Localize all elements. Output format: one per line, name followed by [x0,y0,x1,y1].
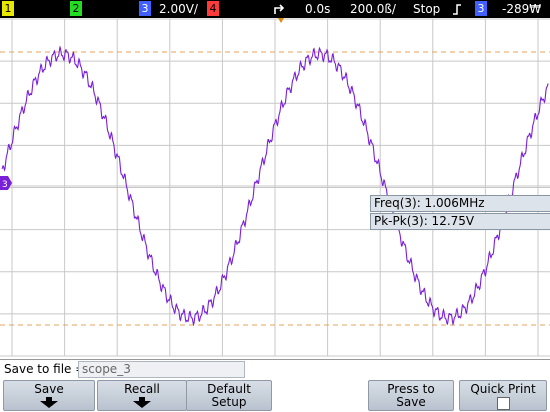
save-file-row: Save to file = scope_3 [0,359,550,379]
quick-print-softkey[interactable]: Quick Print [459,380,547,411]
trigger-slope-icon [453,4,461,15]
press-to-save-line2: Save [396,395,426,409]
quick-print-label: Quick Print [470,382,536,396]
default-setup-line2: Setup [211,395,247,409]
status-bar: 1 2 3 2.00V/ 4 0.0s 200.0ß/ Stop 3 -289₩ [0,0,550,18]
waveform-display[interactable]: 3 Freq(3): 1.006MHz Pk-Pk(3): 12.75V [0,18,550,359]
quick-print-checkbox[interactable] [496,397,510,410]
vertical-scale: 2.00V/ [159,2,198,16]
trigger-level: -289₩ [502,2,542,16]
softkey-bar: Save Recall Default Setup Press to Save … [0,379,550,412]
channel-3-indicator[interactable]: 3 [139,1,151,16]
measurement-peak-to-peak: Pk-Pk(3): 12.75V [370,213,550,230]
channel-2-indicator[interactable]: 2 [70,1,82,16]
svg-text:3: 3 [2,180,8,190]
save-to-file-label: Save to file = [4,362,86,376]
recall-softkey-label: Recall [124,382,160,396]
arrow-down-icon [40,397,58,408]
measurement-frequency: Freq(3): 1.006MHz [370,195,550,212]
trigger-position-icon [274,4,285,14]
run-state[interactable]: Stop [413,1,440,17]
press-to-save-line1: Press to [387,382,435,396]
waveform-graticule: 3 [0,18,550,357]
channel-1-indicator[interactable]: 1 [2,1,14,16]
save-softkey[interactable]: Save [3,380,95,411]
time-scale: 200.0ß/ [350,2,396,16]
recall-softkey[interactable]: Recall [97,380,187,411]
arrow-down-icon [133,397,151,408]
default-setup-softkey[interactable]: Default Setup [186,380,272,411]
trigger-channel-indicator: 3 [475,1,487,16]
press-to-save-softkey[interactable]: Press to Save [368,380,454,411]
trigger-time-marker [278,18,284,23]
channel-4-indicator[interactable]: 4 [207,1,219,16]
default-setup-line1: Default [207,382,251,396]
save-softkey-label: Save [34,382,64,396]
filename-field[interactable]: scope_3 [78,361,245,378]
time-offset: 0.0s [305,2,331,16]
